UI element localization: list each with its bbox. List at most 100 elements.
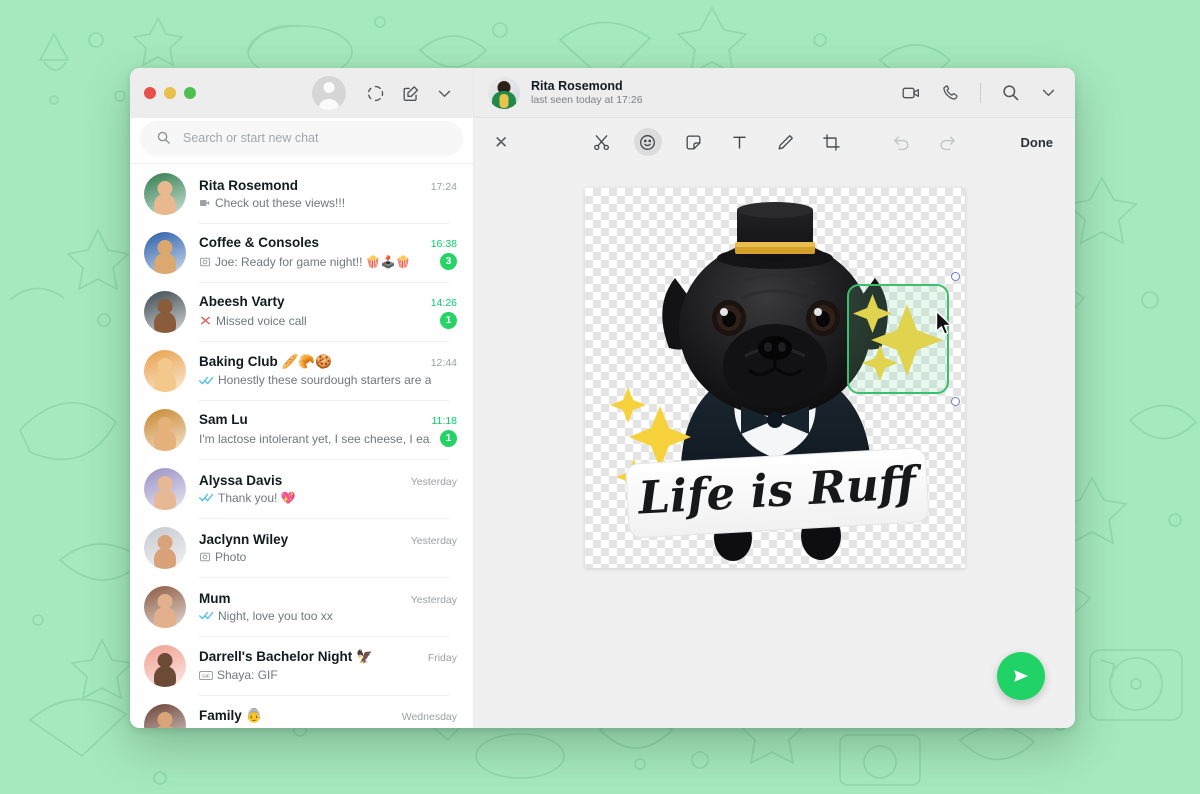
- chat-list-item[interactable]: Baking Club 🥖🥐🍪12:44Honestly these sourd…: [130, 341, 473, 400]
- chat-item-preview-text: Joe: Ready for game night!! 🍿🕹️🍿: [215, 255, 411, 269]
- avatar: [144, 645, 186, 687]
- resize-handle-top-right[interactable]: [951, 272, 960, 281]
- resize-handle-bottom-right[interactable]: [951, 397, 960, 406]
- status-icon[interactable]: [366, 84, 385, 103]
- chat-item-preview-text: Photo: [215, 550, 246, 564]
- emoji-tool-button[interactable]: [634, 128, 662, 156]
- conversation-pane: Rita Rosemond last seen today at 17:26: [474, 68, 1075, 728]
- chat-item-body: Abeesh Varty14:26Missed voice call1: [199, 282, 461, 341]
- chat-item-time: 17:24: [423, 181, 457, 193]
- chat-item-preview: Night, love you too xx: [199, 609, 333, 623]
- chat-list-item[interactable]: Darrell's Bachelor Night 🦅 Friday GIFShaya…: [130, 636, 473, 695]
- chat-item-time: Friday: [420, 652, 457, 664]
- done-button[interactable]: Done: [1021, 135, 1054, 150]
- chat-item-name: Coffee & Consoles: [199, 235, 319, 250]
- photo-icon: [199, 551, 211, 563]
- svg-text:GIF: GIF: [202, 673, 210, 678]
- sidebar-menu-chevron-down-icon[interactable]: [436, 85, 453, 102]
- chat-item-time: 12:44: [423, 357, 457, 369]
- chat-list-item[interactable]: Alyssa DavisYesterdayThank you! 💖: [130, 459, 473, 518]
- whatsapp-window: Rita Rosemond 17:24 Check out these views!…: [130, 68, 1075, 728]
- image-editor-toolbar: ✕: [474, 118, 1075, 166]
- undo-tool-button[interactable]: [888, 128, 916, 156]
- chat-item-preview-text: Honestly these sourdough starters are aw…: [218, 373, 431, 387]
- chat-item-body: Mum Yesterday Night, love you too xx: [199, 577, 461, 636]
- chat-item-name: Sam Lu: [199, 412, 248, 427]
- chat-item-preview: Joe: Ready for game night!! 🍿🕹️🍿: [199, 255, 411, 269]
- conversation-header: Rita Rosemond last seen today at 17:26: [474, 68, 1075, 118]
- send-button[interactable]: [997, 652, 1045, 700]
- chat-item-preview: Photo: [199, 550, 246, 564]
- conversation-avatar[interactable]: [488, 77, 520, 109]
- draw-tool-button[interactable]: [772, 128, 800, 156]
- chat-item-preview-text: Check out these views!!!: [215, 196, 345, 210]
- selected-sparkle-sticker[interactable]: [847, 284, 949, 394]
- conversation-status: last seen today at 17:26: [531, 94, 643, 106]
- photo-icon: [199, 256, 211, 268]
- avatar: [144, 586, 186, 628]
- window-controls[interactable]: [144, 87, 196, 99]
- sticker-tool-button[interactable]: [680, 128, 708, 156]
- chat-item-time: 11:18: [424, 415, 458, 427]
- redo-tool-button[interactable]: [934, 128, 962, 156]
- read-receipt-icon: [199, 492, 214, 503]
- chat-item-preview-text: Thank you! 💖: [218, 491, 296, 505]
- chat-item-name: Family 👵: [199, 708, 262, 724]
- chat-item-name: Abeesh Varty: [199, 294, 285, 309]
- chat-item-time: Yesterday: [403, 594, 457, 606]
- chat-item-name: Jaclynn Wiley: [199, 532, 288, 547]
- chat-item-time: 16:38: [423, 238, 457, 250]
- chat-item-preview: Grandma: Happy dancing!!!: [199, 727, 362, 728]
- text-tool-button[interactable]: [726, 128, 754, 156]
- avatar: [144, 173, 186, 215]
- chat-item-preview: Thank you! 💖: [199, 491, 296, 505]
- chat-list-item[interactable]: Coffee & Consoles 16:38 Joe: Ready for gam…: [130, 223, 473, 282]
- cut-tool-button[interactable]: [588, 128, 616, 156]
- read-receipt-icon: [199, 610, 214, 621]
- chat-item-body: Family 👵 Wednesday Grandma: Happy dancing!…: [199, 695, 461, 728]
- profile-avatar[interactable]: [312, 76, 346, 110]
- sidebar-titlebar: [130, 68, 473, 118]
- maximize-window-button[interactable]: [184, 87, 196, 99]
- unread-badge: 3: [440, 253, 457, 270]
- sticker-selection-box[interactable]: [847, 284, 949, 394]
- search-icon: [156, 130, 171, 145]
- chat-item-preview: GIFShaya: GIF: [199, 668, 278, 682]
- chat-item-name: Rita Rosemond: [199, 178, 298, 193]
- chat-item-body: Baking Club 🥖🥐🍪12:44Honestly these sourd…: [199, 341, 461, 400]
- chat-item-name: Mum: [199, 591, 231, 606]
- chat-item-name: Darrell's Bachelor Night 🦅: [199, 649, 373, 665]
- new-chat-icon[interactable]: [401, 84, 420, 103]
- avatar: [144, 409, 186, 451]
- voice-call-icon[interactable]: [941, 83, 960, 102]
- avatar: [144, 232, 186, 274]
- search-box[interactable]: [140, 121, 463, 155]
- editor-canvas-area: Life is Ruff: [474, 166, 1075, 728]
- chat-item-body: Coffee & Consoles 16:38 Joe: Ready for gam…: [199, 223, 461, 282]
- read-receipt-icon: [199, 375, 214, 386]
- avatar: [144, 291, 186, 333]
- search-input[interactable]: [183, 131, 447, 145]
- close-editor-button[interactable]: ✕: [494, 134, 508, 151]
- chat-list-item[interactable]: Family 👵 Wednesday Grandma: Happy dancing!…: [130, 695, 473, 728]
- chat-item-time: Yesterday: [403, 535, 457, 547]
- conversation-menu-chevron-down-icon[interactable]: [1040, 84, 1057, 101]
- video-call-icon[interactable]: [901, 83, 921, 103]
- gif-icon: GIF: [199, 670, 213, 681]
- chat-item-time: Yesterday: [403, 476, 457, 488]
- crop-tool-button[interactable]: [818, 128, 846, 156]
- minimize-window-button[interactable]: [164, 87, 176, 99]
- sticker-canvas[interactable]: Life is Ruff: [585, 188, 965, 568]
- close-window-button[interactable]: [144, 87, 156, 99]
- conversation-search-icon[interactable]: [1001, 83, 1020, 102]
- chat-list[interactable]: Rita Rosemond 17:24 Check out these views!…: [130, 164, 473, 728]
- chat-item-time: Wednesday: [394, 711, 457, 723]
- chat-list-item[interactable]: Rita Rosemond 17:24 Check out these views!…: [130, 164, 473, 223]
- chat-list-item[interactable]: Sam Lu11:18I'm lactose intolerant yet, I…: [130, 400, 473, 459]
- chat-list-item[interactable]: Jaclynn Wiley Yesterday Photo: [130, 518, 473, 577]
- conversation-title: Rita Rosemond: [531, 79, 643, 93]
- chat-item-preview-text: Night, love you too xx: [218, 609, 333, 623]
- chat-list-item[interactable]: Abeesh Varty14:26Missed voice call1: [130, 282, 473, 341]
- chat-item-preview: Missed voice call: [199, 314, 307, 328]
- chat-list-item[interactable]: Mum Yesterday Night, love you too xx: [130, 577, 473, 636]
